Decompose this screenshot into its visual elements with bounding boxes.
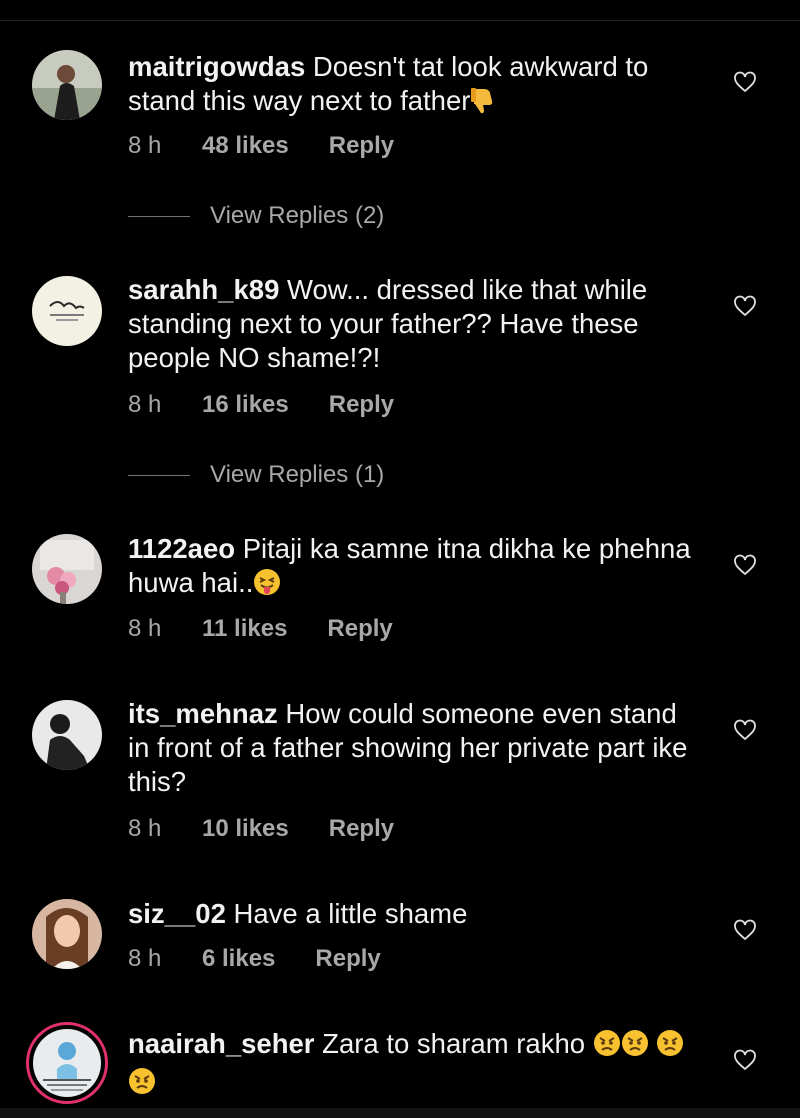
top-divider [0, 20, 800, 21]
comment-text-block: naairah_seher Zara to sharam rakho [128, 1027, 698, 1103]
comment-meta: 8 h 10 likes Reply [128, 815, 394, 843]
comment-likes[interactable]: 11 likes [202, 615, 287, 643]
comment-text-block: siz__02 Have a little shame [128, 897, 698, 931]
comment-text-block: 1122aeo Pitaji ka samne itna dikha ke ph… [128, 532, 698, 604]
angry-face-emoji [621, 1029, 649, 1065]
comment-meta: 8 h 6 likes Reply [128, 945, 381, 973]
avatar[interactable] [32, 899, 102, 969]
angry-face-emoji [593, 1029, 621, 1065]
heart-icon[interactable] [733, 294, 757, 318]
comment-username[interactable]: its_mehnaz [128, 698, 278, 729]
thumbs-down-icon [470, 86, 496, 122]
comment-text-block: sarahh_k89 Wow... dressed like that whil… [128, 273, 698, 375]
replies-divider-line [128, 215, 190, 217]
comment-time: 8 h [128, 945, 162, 972]
view-replies-label: View Replies (1) [210, 461, 385, 488]
heart-icon[interactable] [733, 553, 757, 577]
angry-face-emoji [128, 1067, 156, 1103]
heart-icon[interactable] [733, 70, 757, 94]
comment-username[interactable]: sarahh_k89 [128, 274, 279, 305]
comment-meta: 8 h 16 likes Reply [128, 391, 394, 419]
avatar[interactable] [32, 534, 102, 604]
comment-time: 8 h [128, 132, 162, 159]
view-replies-label: View Replies (2) [210, 202, 385, 229]
reply-button[interactable]: Reply [329, 391, 394, 419]
avatar[interactable] [32, 50, 102, 120]
view-replies-button[interactable]: View Replies (2) [128, 202, 384, 230]
reply-button[interactable]: Reply [329, 815, 394, 843]
heart-icon[interactable] [733, 918, 757, 942]
reply-button[interactable]: Reply [327, 615, 392, 643]
view-replies-button[interactable]: View Replies (1) [128, 461, 384, 489]
comment-time: 8 h [128, 615, 162, 642]
heart-icon[interactable] [733, 1048, 757, 1072]
comment-likes[interactable]: 6 likes [202, 945, 275, 973]
bottom-bar [0, 1108, 800, 1118]
replies-divider-line [128, 474, 190, 476]
comment-likes[interactable]: 10 likes [202, 815, 289, 843]
avatar[interactable] [32, 700, 102, 770]
comment-body: Have a little shame [233, 898, 468, 929]
comment-meta: 8 h 48 likes Reply [128, 132, 394, 160]
comment-likes[interactable]: 16 likes [202, 391, 289, 419]
comment-likes[interactable]: 48 likes [202, 132, 289, 160]
comment-body: Zara to sharam rakho [322, 1028, 586, 1059]
avatar[interactable] [32, 276, 102, 346]
tongue-wink-emoji [253, 568, 281, 604]
angry-face-emoji [656, 1029, 684, 1065]
comment-username[interactable]: siz__02 [128, 898, 226, 929]
comment-time: 8 h [128, 391, 162, 418]
comment-meta: 8 h 11 likes Reply [128, 615, 393, 643]
heart-icon[interactable] [733, 718, 757, 742]
comment-text-block: maitrigowdas Doesn't tat look awkward to… [128, 50, 698, 122]
comment-username[interactable]: 1122aeo [128, 533, 235, 564]
avatar-with-story-ring[interactable] [26, 1022, 108, 1104]
reply-button[interactable]: Reply [329, 132, 394, 160]
comment-username[interactable]: maitrigowdas [128, 51, 305, 82]
comment-time: 8 h [128, 815, 162, 842]
comment-username[interactable]: naairah_seher [128, 1028, 315, 1059]
reply-button[interactable]: Reply [315, 945, 380, 973]
comment-text-block: its_mehnaz How could someone even stand … [128, 697, 698, 799]
